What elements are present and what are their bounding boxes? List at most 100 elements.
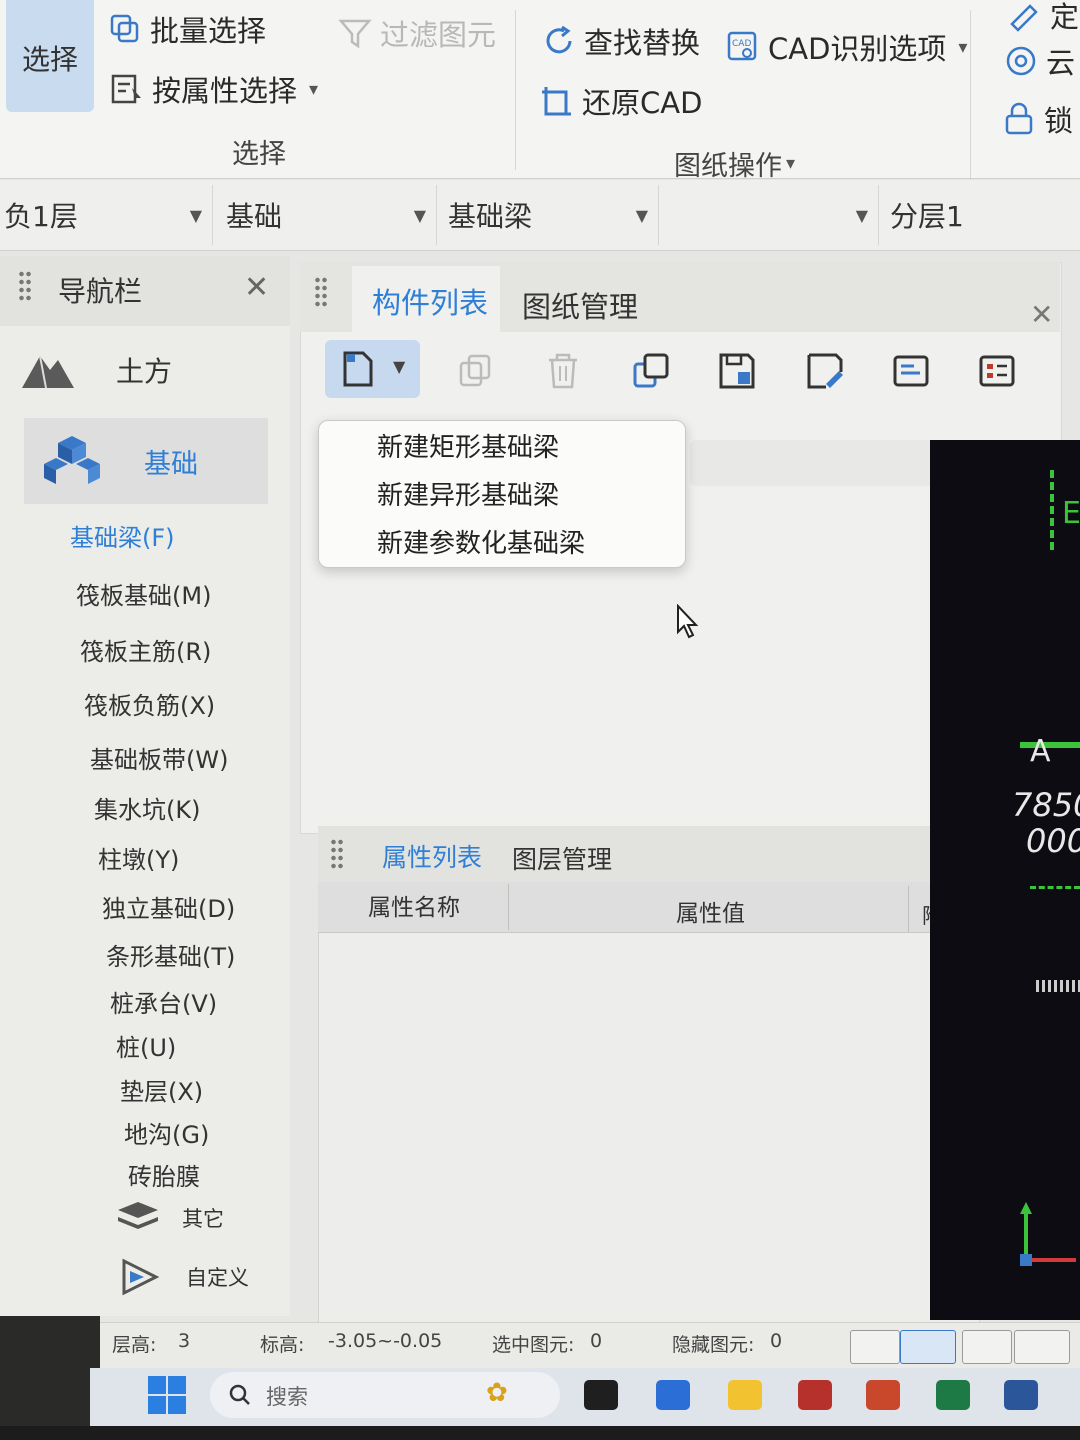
menu-item-new-parametric-beam[interactable]: 新建参数化基础梁 bbox=[377, 523, 585, 560]
properties-view-button[interactable] bbox=[966, 342, 1028, 400]
filter-elements-button[interactable]: 过滤图元 bbox=[338, 12, 496, 54]
select-mode-button[interactable] bbox=[900, 1330, 956, 1364]
delete-button[interactable] bbox=[532, 342, 594, 400]
nav-item-raft-foundation[interactable]: 筏板基础(M) bbox=[76, 576, 211, 611]
find-replace-button[interactable]: 查找替换 bbox=[542, 20, 700, 62]
ribbon-divider bbox=[515, 10, 516, 170]
edit-template-button[interactable] bbox=[794, 342, 856, 400]
nav-item-brick-mold[interactable]: 砖胎膜 bbox=[128, 1157, 200, 1192]
cad-options-button[interactable]: CAD CAD识别选项 ▾ bbox=[726, 26, 967, 68]
new-component-button[interactable]: ▼ bbox=[325, 340, 420, 398]
restore-cad-button[interactable]: 还原CAD bbox=[540, 80, 702, 122]
tab-component-list[interactable]: 构件列表 bbox=[352, 266, 500, 332]
select-group-label: 选择 bbox=[232, 139, 286, 170]
nav-group-other[interactable]: 其它 bbox=[116, 1200, 224, 1236]
sub-type-select[interactable]: ▼ bbox=[666, 185, 879, 245]
ortho-toggle-button[interactable] bbox=[850, 1330, 900, 1364]
floor-select[interactable]: 负1层 ▼ bbox=[4, 185, 213, 245]
nav-group-custom-label: 自定义 bbox=[186, 1266, 249, 1290]
cloud-button[interactable]: 云 bbox=[1004, 40, 1075, 82]
selected-count-label: 选中图元: bbox=[492, 1334, 575, 1356]
task-view-icon[interactable] bbox=[584, 1380, 618, 1410]
nav-group-foundation-label: 基础 bbox=[144, 448, 198, 480]
excel-icon[interactable] bbox=[936, 1380, 970, 1410]
type-select[interactable]: 基础梁 ▼ bbox=[448, 185, 659, 245]
nav-group-foundation[interactable]: 基础 bbox=[24, 418, 268, 504]
select-by-attr-button[interactable]: 按属性选择 ▾ bbox=[110, 68, 318, 110]
nav-item-pile-cap[interactable]: 桩承台(V) bbox=[110, 984, 217, 1019]
nav-group-earthwork[interactable]: 土方 bbox=[20, 334, 264, 406]
close-icon[interactable]: ✕ bbox=[244, 270, 269, 305]
nav-item-sump[interactable]: 集水坑(K) bbox=[94, 790, 200, 825]
drag-handle-icon[interactable] bbox=[18, 270, 32, 302]
nav-item-foundation-beam[interactable]: 基础梁(F) bbox=[70, 518, 175, 553]
batch-select-button[interactable]: 批量选择 bbox=[108, 8, 266, 50]
menu-item-new-rect-beam[interactable]: 新建矩形基础梁 bbox=[377, 427, 559, 464]
nav-item-trench[interactable]: 地沟(G) bbox=[124, 1115, 209, 1150]
file-explorer-icon[interactable] bbox=[728, 1380, 762, 1410]
select-by-attr-label: 按属性选择 bbox=[152, 74, 298, 108]
lock-button[interactable]: 锁 bbox=[1002, 98, 1073, 140]
edit-template-icon bbox=[807, 353, 843, 389]
cad-drawing-area[interactable] bbox=[930, 440, 1080, 1320]
nav-item-raft-neg-rebar[interactable]: 筏板负筋(X) bbox=[84, 686, 215, 721]
tab-attribute-list[interactable]: 属性列表 bbox=[382, 838, 482, 874]
chevron-down-icon: ▼ bbox=[635, 205, 648, 225]
angle-button[interactable] bbox=[1014, 1330, 1070, 1364]
find-replace-label: 查找替换 bbox=[584, 26, 701, 60]
cad-label-partial: E bbox=[1062, 496, 1080, 531]
nav-item-cushion[interactable]: 垫层(X) bbox=[120, 1072, 203, 1107]
new-component-menu: 新建矩形基础梁 新建异形基础梁 新建参数化基础梁 bbox=[318, 420, 686, 568]
nav-item-strip-footing[interactable]: 条形基础(T) bbox=[106, 937, 235, 972]
store-icon[interactable] bbox=[656, 1380, 690, 1410]
chevron-down-icon: ▾ bbox=[309, 78, 319, 100]
chevron-down-icon: ▼ bbox=[855, 205, 868, 225]
cloud-icon bbox=[1006, 46, 1036, 76]
cad-options-label: CAD识别选项 bbox=[768, 32, 947, 66]
taskbar-search-box[interactable]: 搜索 ✿ bbox=[210, 1372, 560, 1418]
copy-button[interactable] bbox=[444, 342, 506, 400]
elevation-label: 标高: bbox=[260, 1334, 305, 1356]
monitor-bezel-bottom bbox=[0, 1426, 1080, 1440]
filter-icon bbox=[338, 19, 372, 49]
windows-start-icon[interactable] bbox=[146, 1374, 188, 1416]
category-select[interactable]: 基础 ▼ bbox=[226, 185, 437, 245]
layer-copy-button[interactable] bbox=[620, 342, 682, 400]
properties-view-icon bbox=[979, 355, 1015, 387]
floor-height-label: 层高: bbox=[112, 1334, 157, 1356]
chevron-down-icon[interactable]: ▼ bbox=[393, 357, 405, 376]
drawing-ops-group[interactable]: 图纸操作 ▾ bbox=[674, 144, 795, 183]
mouse-cursor-icon bbox=[677, 604, 699, 639]
save-template-button[interactable] bbox=[706, 342, 768, 400]
tab-drawing-management[interactable]: 图纸管理 bbox=[522, 284, 638, 326]
nav-item-raft-main-rebar[interactable]: 筏板主筋(R) bbox=[80, 632, 211, 667]
elevation-value: -3.05~-0.05 bbox=[328, 1330, 443, 1352]
taskbar-search-placeholder: 搜索 bbox=[266, 1385, 308, 1409]
access-icon[interactable] bbox=[798, 1380, 832, 1410]
refresh-icon bbox=[546, 25, 572, 54]
nav-group-custom[interactable]: 自定义 bbox=[120, 1258, 249, 1296]
nav-item-isolated-footing[interactable]: 独立基础(D) bbox=[102, 889, 235, 924]
cad-dashed-line bbox=[1030, 886, 1080, 893]
search-highlight-icon: ✿ bbox=[486, 1378, 508, 1408]
cross-select-button[interactable] bbox=[962, 1330, 1012, 1364]
select-button-label: 选择 bbox=[22, 43, 79, 76]
svg-text:CAD: CAD bbox=[732, 39, 751, 49]
nav-item-foundation-strip[interactable]: 基础板带(W) bbox=[90, 740, 228, 775]
hidden-count-value: 0 bbox=[770, 1330, 783, 1352]
attr-select-icon bbox=[111, 74, 141, 104]
list-view-button[interactable] bbox=[880, 342, 942, 400]
column-divider bbox=[508, 884, 509, 930]
menu-item-new-irregular-beam[interactable]: 新建异形基础梁 bbox=[377, 475, 559, 512]
word-icon[interactable] bbox=[1004, 1380, 1038, 1410]
powerpoint-icon[interactable] bbox=[866, 1380, 900, 1410]
tab-layer-management[interactable]: 图层管理 bbox=[512, 840, 612, 876]
top-right-button[interactable]: 定 bbox=[1008, 0, 1079, 36]
nav-item-pile[interactable]: 桩(U) bbox=[116, 1028, 176, 1063]
drag-handle-icon[interactable] bbox=[314, 276, 328, 308]
sublayer-select[interactable]: 分层1 bbox=[890, 185, 1076, 245]
nav-item-column-pier[interactable]: 柱墩(Y) bbox=[98, 840, 179, 875]
select-button[interactable]: 选择 bbox=[6, 0, 94, 112]
close-icon[interactable]: ✕ bbox=[1030, 298, 1053, 331]
drag-handle-icon[interactable] bbox=[330, 838, 344, 870]
